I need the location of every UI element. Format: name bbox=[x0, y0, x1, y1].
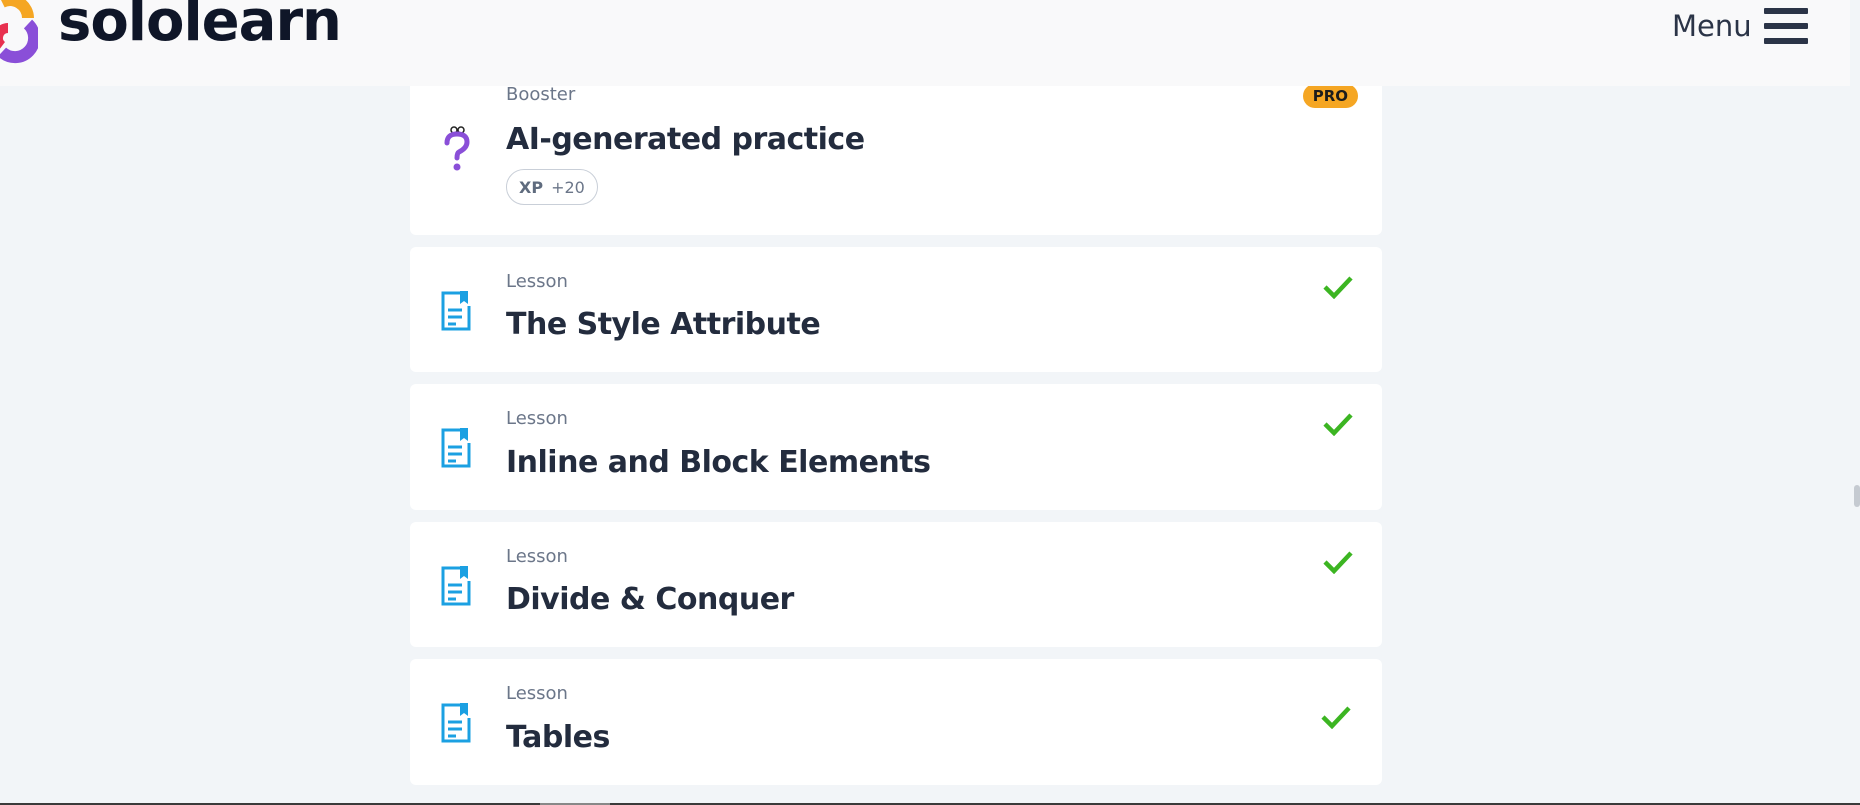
card-kicker: Lesson bbox=[506, 408, 568, 429]
document-icon bbox=[441, 428, 471, 468]
card-kicker: Lesson bbox=[506, 683, 568, 704]
document-icon bbox=[441, 291, 471, 331]
logo-text: sololearn bbox=[58, 0, 342, 54]
card-title: The Style Attribute bbox=[506, 307, 821, 342]
lesson-card[interactable]: Lesson Inline and Block Elements bbox=[410, 384, 1382, 510]
scrollbar-thumb[interactable] bbox=[1854, 485, 1860, 507]
card-title: Divide & Conquer bbox=[506, 582, 794, 617]
lesson-card[interactable]: Lesson Tables bbox=[410, 659, 1382, 785]
document-icon bbox=[441, 703, 471, 743]
top-header: sololearn Menu bbox=[0, 0, 1850, 86]
card-kicker: Lesson bbox=[506, 271, 568, 292]
card-kicker: Lesson bbox=[506, 546, 568, 567]
checkmark-icon bbox=[1321, 706, 1351, 729]
question-mark-icon bbox=[444, 126, 470, 171]
lesson-card[interactable]: Lesson The Style Attribute bbox=[410, 247, 1382, 372]
xp-badge: XP +20 bbox=[506, 169, 598, 205]
lesson-card-booster[interactable]: Booster AI-generated practice XP +20 PRO bbox=[410, 80, 1382, 235]
card-title: AI-generated practice bbox=[506, 122, 865, 157]
xp-label: XP bbox=[519, 177, 544, 197]
xp-value: +20 bbox=[551, 177, 585, 197]
checkmark-icon bbox=[1323, 276, 1353, 299]
checkmark-icon bbox=[1323, 413, 1353, 436]
checkmark-icon bbox=[1323, 551, 1353, 574]
pro-badge: PRO bbox=[1302, 84, 1358, 108]
menu-label: Menu bbox=[1672, 9, 1752, 43]
card-title: Tables bbox=[506, 720, 610, 755]
card-kicker: Booster bbox=[506, 84, 576, 105]
lesson-card[interactable]: Lesson Divide & Conquer bbox=[410, 522, 1382, 647]
card-title: Inline and Block Elements bbox=[506, 445, 931, 480]
scrollbar[interactable] bbox=[1850, 0, 1860, 805]
sololearn-logo-icon bbox=[0, 0, 38, 64]
document-icon bbox=[441, 566, 471, 606]
menu-button[interactable]: Menu bbox=[1672, 6, 1808, 46]
hamburger-icon bbox=[1763, 8, 1808, 44]
